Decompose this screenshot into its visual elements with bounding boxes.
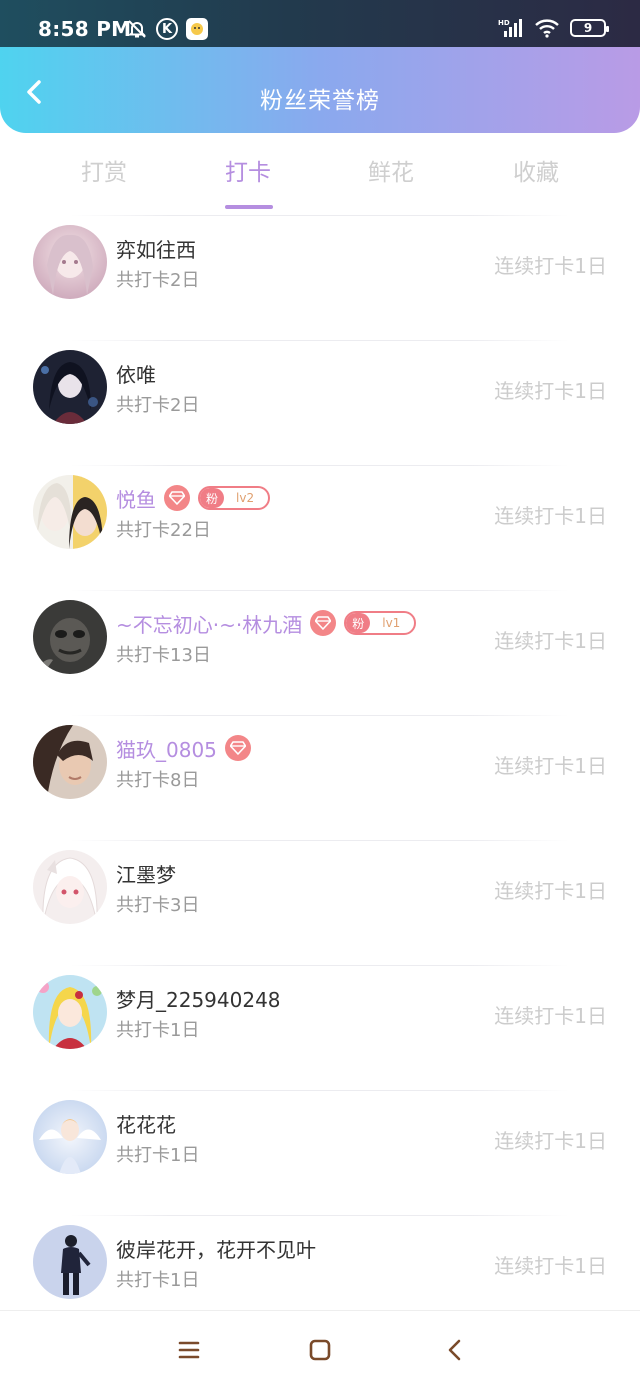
diamond-icon [164,485,190,511]
divider [70,1215,570,1216]
total-checkins: 共打卡2日 [116,270,200,291]
name-line: 依唯 [116,359,156,387]
user-name[interactable]: 花花花 [116,1109,176,1138]
k-circle-icon: K [156,18,178,40]
list-item[interactable]: 猫玖_0805 共打卡8日 连续打卡1日 [0,715,640,840]
tab-active-underline [225,205,273,209]
name-line: 悦鱼 粉 lv2 [116,484,271,513]
back-triangle-icon [448,1339,461,1361]
page-title: 粉丝荣誉榜 [260,88,380,114]
name-line: ~不忘初心·~·林九酒 粉 lv1 [116,609,417,638]
user-name[interactable]: 猫玖_0805 [116,734,217,763]
tab-favorites[interactable]: 收藏 [491,153,581,187]
fan-list: 弈如往西 共打卡2日 连续打卡1日 依唯 共打卡2日 连续打卡1日 悦鱼 粉 l… [0,215,640,1340]
home-button[interactable] [305,1335,335,1365]
fan-level-badge: 粉 lv2 [198,486,271,510]
fan-badge-label: 粉 [346,613,371,633]
name-line: 花花花 [116,1109,176,1137]
tab-tips[interactable]: 打赏 [59,153,149,187]
signal-icon: HD [498,17,524,39]
list-item[interactable]: 弈如往西 共打卡2日 连续打卡1日 [0,215,640,340]
avatar[interactable] [33,475,107,549]
avatar[interactable] [33,225,107,299]
fan-badge-label: 粉 [200,488,225,508]
name-line: 弈如往西 [116,234,196,262]
fan-level-badge: 粉 lv1 [344,611,417,635]
avatar[interactable] [33,1225,107,1299]
status-icons-right: HD 9 [498,17,609,39]
divider [70,965,570,966]
total-checkins: 共打卡1日 [116,1020,200,1041]
divider [70,340,570,341]
user-name[interactable]: ~不忘初心·~·林九酒 [116,609,302,638]
name-line: 梦月_225940248 [116,984,281,1012]
status-time: 8:58 PM [38,17,132,41]
total-checkins: 共打卡1日 [116,1270,200,1291]
menu-icon [178,1341,200,1359]
total-checkins: 共打卡3日 [116,895,200,916]
avatar[interactable] [33,850,107,924]
divider [70,465,570,466]
streak-checkins: 连续打卡1日 [494,379,607,403]
fan-badge-level: lv1 [382,616,401,630]
mute-bell-icon [126,18,148,40]
app-notification-icon [186,18,208,40]
header-bar: 粉丝荣誉榜 [0,47,640,133]
list-item[interactable]: 梦月_225940248 共打卡1日 连续打卡1日 [0,965,640,1090]
divider [70,715,570,716]
tab-flowers[interactable]: 鲜花 [346,153,436,187]
wifi-icon [534,17,560,39]
tab-checkin[interactable]: 打卡 [203,153,293,209]
divider [70,840,570,841]
list-item[interactable]: 花花花 共打卡1日 连续打卡1日 [0,1090,640,1215]
total-checkins: 共打卡22日 [116,520,211,541]
diamond-icon [224,735,251,761]
divider [70,590,570,591]
user-name[interactable]: 悦鱼 [116,484,156,513]
divider [70,1090,570,1091]
avatar[interactable] [33,600,107,674]
streak-checkins: 连续打卡1日 [494,879,607,903]
streak-checkins: 连续打卡1日 [494,629,607,653]
list-item[interactable]: 悦鱼 粉 lv2 共打卡22日 连续打卡1日 [0,465,640,590]
avatar[interactable] [33,350,107,424]
user-name[interactable]: 依唯 [116,359,156,388]
avatar[interactable] [33,725,107,799]
streak-checkins: 连续打卡1日 [494,1254,607,1278]
user-name[interactable]: 梦月_225940248 [116,984,281,1013]
total-checkins: 共打卡2日 [116,395,200,416]
status-icons-left: K [126,18,208,40]
tab-checkin-label: 打卡 [225,160,271,186]
user-name[interactable]: 彼岸花开，花开不见叶 [116,1234,316,1263]
streak-checkins: 连续打卡1日 [494,504,607,528]
diamond-icon [310,610,337,636]
name-line: 彼岸花开，花开不见叶 [116,1234,316,1262]
user-name[interactable]: 江墨梦 [116,859,176,888]
system-back-button[interactable] [440,1335,470,1365]
system-nav-bar [0,1310,640,1387]
total-checkins: 共打卡13日 [116,645,211,666]
tab-bar: 打赏 打卡 鲜花 收藏 [0,140,640,209]
name-line: 猫玖_0805 [116,734,251,762]
list-item[interactable]: 江墨梦 共打卡3日 连续打卡1日 [0,840,640,965]
total-checkins: 共打卡1日 [116,1145,200,1166]
svg-text:HD: HD [498,19,510,27]
streak-checkins: 连续打卡1日 [494,254,607,278]
home-square-icon [309,1339,331,1361]
streak-checkins: 连续打卡1日 [494,754,607,778]
fan-badge-level: lv2 [236,491,255,505]
avatar[interactable] [33,1100,107,1174]
list-item[interactable]: 依唯 共打卡2日 连续打卡1日 [0,340,640,465]
battery-icon: 9 [570,19,609,37]
streak-checkins: 连续打卡1日 [494,1004,607,1028]
name-line: 江墨梦 [116,859,176,887]
menu-button[interactable] [174,1335,204,1365]
total-checkins: 共打卡8日 [116,770,200,791]
list-item[interactable]: ~不忘初心·~·林九酒 粉 lv1 共打卡13日 连续打卡1日 [0,590,640,715]
streak-checkins: 连续打卡1日 [494,1129,607,1153]
divider [70,215,570,216]
user-name[interactable]: 弈如往西 [116,234,196,263]
avatar[interactable] [33,975,107,1049]
